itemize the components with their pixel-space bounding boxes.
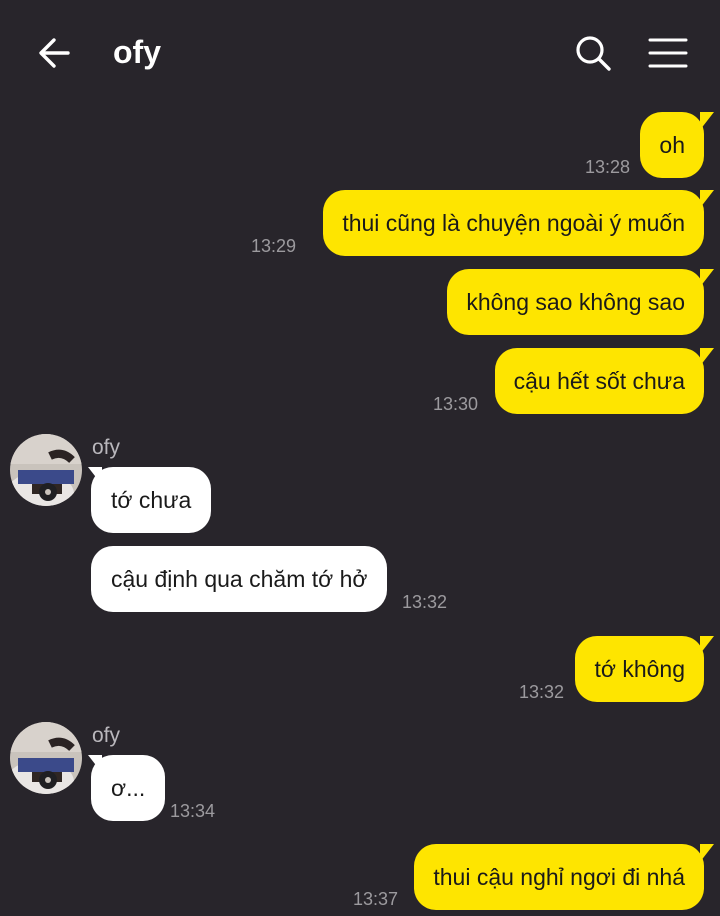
back-button[interactable] bbox=[30, 30, 78, 76]
bubble-tail bbox=[700, 348, 714, 366]
message-timestamp: 13:32 bbox=[402, 592, 448, 612]
message-timestamp: 13:28 bbox=[584, 157, 630, 177]
my-message-bubble[interactable]: cậu hết sốt chưa bbox=[494, 348, 704, 414]
contact-avatar[interactable] bbox=[10, 722, 82, 794]
bubble-tail bbox=[700, 636, 714, 654]
message-timestamp: 13:29 bbox=[250, 236, 296, 256]
chat-title: ofy bbox=[113, 34, 161, 70]
bubble-tail bbox=[700, 190, 714, 208]
sender-name: ofy bbox=[92, 724, 121, 747]
arrow-left-icon bbox=[39, 38, 70, 68]
bubble-tail bbox=[700, 844, 714, 862]
their-message-bubble[interactable]: tớ chưa bbox=[91, 467, 212, 533]
my-message-bubble[interactable]: oh bbox=[640, 112, 704, 178]
avatar-photo bbox=[10, 434, 82, 506]
bubble-tail bbox=[700, 269, 714, 287]
bubble-tail bbox=[700, 112, 714, 130]
contact-avatar[interactable] bbox=[10, 434, 82, 506]
my-message-bubble[interactable]: tớ không bbox=[575, 636, 704, 702]
message-timestamp: 13:37 bbox=[352, 889, 398, 909]
their-message-bubble[interactable]: ơ... bbox=[91, 755, 166, 821]
chat-header: ofy bbox=[0, 0, 720, 104]
message-timestamp: 13:30 bbox=[432, 394, 478, 414]
message-timestamp: 13:34 bbox=[170, 801, 216, 821]
avatar-photo bbox=[10, 722, 82, 794]
sender-name: ofy bbox=[92, 436, 121, 459]
hamburger-menu-icon bbox=[648, 38, 688, 68]
their-message-bubble[interactable]: cậu định qua chăm tớ hở bbox=[91, 546, 388, 612]
my-message-bubble[interactable]: không sao không sao bbox=[447, 269, 704, 335]
my-message-bubble[interactable]: thui cậu nghỉ ngơi đi nhá bbox=[414, 844, 704, 910]
menu-button[interactable] bbox=[644, 30, 692, 76]
message-timestamp: 13:32 bbox=[518, 682, 564, 702]
search-button[interactable] bbox=[570, 30, 616, 76]
my-message-bubble[interactable]: thui cũng là chuyện ngoài ý muốn bbox=[323, 190, 704, 256]
search-icon bbox=[576, 36, 611, 71]
